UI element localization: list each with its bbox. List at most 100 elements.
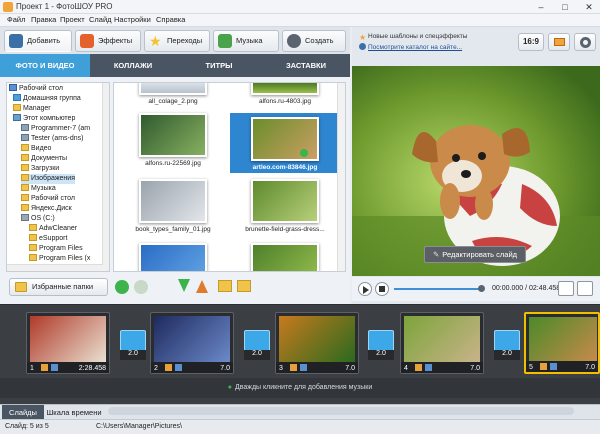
thumbnail-item[interactable]: book_types_family_01.jpg [118, 179, 228, 233]
computer-icon [13, 114, 21, 121]
menu-settings[interactable]: Настройки [114, 15, 151, 24]
subtab-collages[interactable]: КОЛЛАЖИ [90, 54, 176, 77]
menu-project[interactable]: Проект [60, 15, 85, 24]
thumbnail-image [251, 83, 319, 95]
tree-node[interactable]: AdwCleaner [29, 224, 77, 234]
add-to-project-arrow-icon[interactable] [178, 279, 190, 292]
tree-node[interactable]: Programmer-7 (am [21, 124, 90, 134]
aspect-ratio-button[interactable]: 16:9 [518, 33, 544, 51]
slide-options-icon[interactable] [550, 363, 557, 370]
close-button[interactable]: ✕ [578, 0, 600, 14]
edit-slide-icon[interactable] [540, 363, 547, 370]
menu-help[interactable]: Справка [156, 15, 185, 24]
tree-node[interactable]: Музыка [21, 184, 56, 194]
maximize-button[interactable]: □ [554, 0, 576, 14]
thumbnail-item[interactable] [118, 243, 228, 271]
tree-vertical-scrollbar[interactable] [102, 83, 109, 271]
thumbnail-image [139, 83, 207, 95]
thumbnail-item[interactable]: alfons.ru-22569.jpg [118, 113, 228, 167]
favorite-folders-button[interactable]: Избранные папки [9, 278, 108, 296]
storyboard-scrollbar[interactable] [108, 407, 574, 415]
tab-transitions[interactable]: ★ Переходы [144, 30, 210, 52]
thumbnail-grid[interactable]: all_colage_2.png alfons.ru-4803.jpg alfo… [113, 82, 346, 272]
tree-node[interactable]: Видео [21, 144, 51, 154]
edit-slide-icon[interactable] [41, 364, 48, 371]
open-folder-icon[interactable] [237, 280, 251, 292]
preview-image [352, 66, 600, 276]
selected-check-icon [300, 149, 308, 157]
thumbnail-item-selected[interactable]: artleo.com-83846.jpg [230, 113, 340, 173]
slide-thumbnail [30, 316, 106, 362]
star-icon: ★ [359, 33, 367, 42]
minimize-button[interactable]: – [530, 0, 552, 14]
edit-slide-icon[interactable] [415, 364, 422, 371]
slide-duration: 2:28.458 [78, 365, 106, 372]
catalog-link[interactable]: Посмотрите каталог на сайте... [368, 44, 462, 51]
add-photo-icon [9, 34, 23, 48]
thumbnail-item[interactable] [230, 243, 340, 271]
slide-thumbnail [404, 316, 480, 362]
slide-options-icon[interactable] [175, 364, 182, 371]
tree-node[interactable]: Рабочий стол [21, 194, 75, 204]
homegroup-icon [13, 94, 21, 101]
snapshot-camera-icon[interactable] [558, 281, 574, 296]
music-icon [218, 34, 232, 48]
tree-node[interactable]: Загрузки [21, 164, 59, 174]
tree-horizontal-scrollbar[interactable] [7, 264, 103, 271]
edit-slide-icon[interactable] [165, 364, 172, 371]
settings-button[interactable] [574, 33, 596, 51]
add-all-icon[interactable] [196, 280, 208, 293]
slide-options-icon[interactable] [300, 364, 307, 371]
menu-edit[interactable]: Правка [31, 15, 56, 24]
slide-number: 2 [154, 365, 158, 372]
forward-arrow-icon[interactable] [134, 280, 148, 294]
subtab-titles[interactable]: ТИТРЫ [176, 54, 262, 77]
subtab-photo-video[interactable]: ФОТО И ВИДЕО [0, 54, 90, 77]
add-folder-icon[interactable] [218, 280, 232, 292]
tab-slides[interactable]: Слайды [2, 405, 44, 420]
tab-timeline[interactable]: Шкала времени [44, 405, 104, 420]
thumbnail-image [251, 117, 319, 161]
tree-node[interactable]: Рабочий стол [9, 84, 63, 94]
tree-node[interactable]: eSupport [29, 234, 67, 244]
stop-button[interactable] [375, 282, 389, 296]
tree-node[interactable]: Домашняя группа [13, 94, 81, 104]
play-button[interactable] [358, 282, 372, 296]
tab-music[interactable]: Музыка [213, 30, 279, 52]
folder-tree[interactable]: Рабочий стол Домашняя группа Manager Это… [6, 82, 110, 272]
drive-icon [21, 214, 29, 221]
folder-icon [29, 244, 37, 251]
edit-slide-icon[interactable] [290, 364, 297, 371]
tab-add[interactable]: Добавить [4, 30, 72, 52]
thumbnail-scrollbar[interactable] [337, 83, 345, 271]
tree-node[interactable]: Manager [13, 104, 51, 114]
fullscreen-icon[interactable] [577, 281, 593, 296]
edit-slide-button[interactable]: ✎ Редактировать слайд [424, 246, 526, 263]
thumbnail-item[interactable]: brunette-field-grass-dress... [230, 179, 340, 233]
subtab-intros[interactable]: ЗАСТАВКИ [262, 54, 350, 77]
tab-effects[interactable]: Эффекты [75, 30, 141, 52]
menu-slide[interactable]: Слайд [89, 15, 112, 24]
storyboard-slide-active[interactable]: 5 7.0 [524, 312, 600, 374]
slideshow-settings-button[interactable] [548, 33, 570, 51]
slide-options-icon[interactable] [51, 364, 58, 371]
storyboard-slide[interactable]: 3 7.0 [275, 312, 359, 374]
tree-node[interactable]: Яндекс.Диск [21, 204, 72, 214]
storyboard-slide[interactable]: 4 7.0 [400, 312, 484, 374]
storyboard-slide[interactable]: 1 2:28.458 [26, 312, 110, 374]
tree-node[interactable]: Program Files [29, 244, 83, 254]
app-icon [3, 2, 13, 12]
tree-node-selected[interactable]: Изображения [21, 174, 75, 184]
tree-node[interactable]: Документы [21, 154, 67, 164]
thumbnail-item[interactable]: all_colage_2.png [118, 83, 228, 105]
tab-create[interactable]: Создать [282, 30, 346, 52]
thumbnail-item[interactable]: alfons.ru-4803.jpg [230, 83, 340, 105]
tree-node[interactable]: Этот компьютер [13, 114, 75, 124]
back-arrow-icon[interactable] [115, 280, 129, 294]
storyboard-slide[interactable]: 2 7.0 [150, 312, 234, 374]
slide-options-icon[interactable] [425, 364, 432, 371]
tree-node[interactable]: Program Files (x [29, 254, 90, 264]
menu-file[interactable]: Файл [7, 15, 25, 24]
tree-node[interactable]: Tester (ams-dns) [21, 134, 84, 144]
tree-node[interactable]: OS (C:) [21, 214, 55, 224]
